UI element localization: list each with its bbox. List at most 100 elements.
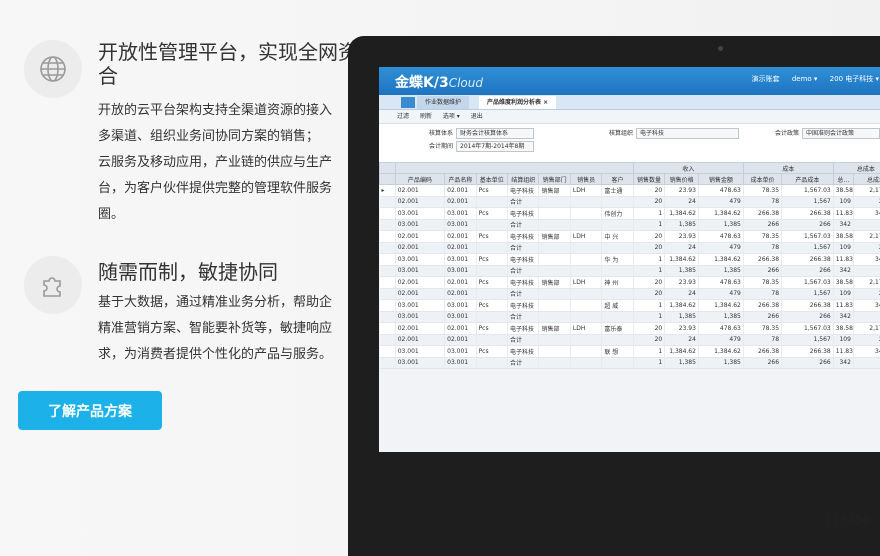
table-cell[interactable]: 03.001 <box>395 300 444 312</box>
table-cell[interactable]: 1,384.62 <box>665 300 699 312</box>
table-cell[interactable]: 02.001 <box>395 196 444 208</box>
table-cell[interactable]: 03.001 <box>445 311 476 323</box>
table-cell[interactable]: 1,567 <box>782 288 834 300</box>
table-cell[interactable] <box>570 357 601 369</box>
table-cell[interactable] <box>476 219 507 231</box>
table-cell[interactable]: 266 <box>782 265 834 277</box>
table-row[interactable]: 03.00103.001合计11,3851,385266266342342 <box>380 311 880 323</box>
table-cell[interactable]: 02.001 <box>395 334 444 346</box>
table-cell[interactable]: 78.35 <box>743 185 781 197</box>
home-icon[interactable] <box>401 97 415 108</box>
table-cell[interactable]: 02.001 <box>395 288 444 300</box>
table-cell[interactable]: 电子科技 <box>508 323 539 335</box>
table-cell[interactable]: 富乐泰 <box>602 323 634 335</box>
table-cell[interactable]: 03.001 <box>395 311 444 323</box>
table-cell[interactable]: 342 <box>853 311 880 323</box>
table-cell[interactable]: 03.001 <box>445 265 476 277</box>
table-cell[interactable]: 20 <box>633 288 664 300</box>
table-cell[interactable]: 合计 <box>508 196 539 208</box>
table-cell[interactable]: 02.001 <box>445 288 476 300</box>
table-cell[interactable]: 266 <box>743 357 781 369</box>
table-cell[interactable] <box>570 265 601 277</box>
table-cell[interactable]: 266.38 <box>743 300 781 312</box>
table-cell[interactable]: 1,385 <box>698 219 743 231</box>
table-cell[interactable]: 1 <box>633 311 664 323</box>
column-header[interactable]: 结算组织 <box>508 174 539 185</box>
table-cell[interactable]: 1,384.62 <box>665 208 699 220</box>
table-cell[interactable]: 合计 <box>508 219 539 231</box>
table-cell[interactable]: 销售部 <box>539 185 570 197</box>
table-cell[interactable] <box>602 357 634 369</box>
table-cell[interactable]: 1,385 <box>698 357 743 369</box>
table-cell[interactable]: 02.001 <box>445 277 476 289</box>
table-cell[interactable] <box>539 346 570 358</box>
table-cell[interactable]: 24 <box>665 334 699 346</box>
column-header[interactable]: 客户 <box>602 174 634 185</box>
table-cell[interactable]: 341.83 <box>853 208 880 220</box>
table-cell[interactable]: 266 <box>743 219 781 231</box>
table-cell[interactable]: 266 <box>743 311 781 323</box>
column-header[interactable]: 成本单价 <box>743 174 781 185</box>
table-cell[interactable] <box>476 196 507 208</box>
table-cell[interactable]: 1,384.62 <box>698 254 743 266</box>
table-cell[interactable] <box>602 219 634 231</box>
table-cell[interactable]: 1,384.62 <box>698 208 743 220</box>
table-row[interactable]: 02.00102.001合计2024479781,5671092,172 <box>380 196 880 208</box>
table-cell[interactable]: 03.001 <box>395 265 444 277</box>
table-cell[interactable]: 342 <box>833 219 853 231</box>
table-cell[interactable] <box>539 311 570 323</box>
table-cell[interactable]: 02.001 <box>395 242 444 254</box>
account-set-link[interactable]: 演示账套 <box>752 75 780 83</box>
table-cell[interactable]: 03.001 <box>395 254 444 266</box>
table-cell[interactable]: Pcs <box>476 254 507 266</box>
table-cell[interactable]: 1,385 <box>665 265 699 277</box>
table-cell[interactable]: 1,385 <box>698 265 743 277</box>
table-cell[interactable]: 38.58 <box>833 185 853 197</box>
refresh-button[interactable]: 刷新 <box>420 113 432 120</box>
table-cell[interactable]: 109 <box>833 242 853 254</box>
table-row[interactable]: 02.00102.001Pcs电子科技销售部LDH神 州2023.93478.6… <box>380 277 880 289</box>
column-header[interactable]: 销售价格 <box>665 174 699 185</box>
filter-button[interactable]: 过滤 <box>397 113 409 120</box>
table-cell[interactable]: 2,172 <box>853 334 880 346</box>
column-header[interactable]: 产品编码 <box>395 174 444 185</box>
table-cell[interactable]: 02.001 <box>395 231 444 243</box>
table-cell[interactable]: 20 <box>633 334 664 346</box>
table-cell[interactable]: 1 <box>633 208 664 220</box>
table-cell[interactable]: 20 <box>633 231 664 243</box>
table-cell[interactable] <box>570 219 601 231</box>
table-cell[interactable]: 11.83 <box>833 208 853 220</box>
table-cell[interactable]: 03.001 <box>445 346 476 358</box>
table-cell[interactable]: 24 <box>665 288 699 300</box>
table-cell[interactable]: 109 <box>833 334 853 346</box>
table-cell[interactable]: 电子科技 <box>508 231 539 243</box>
table-cell[interactable]: 1 <box>633 346 664 358</box>
table-cell[interactable]: Pcs <box>476 346 507 358</box>
table-cell[interactable]: 23.93 <box>665 277 699 289</box>
user-menu[interactable]: demo ▾ <box>792 75 818 83</box>
table-cell[interactable]: 1,385 <box>665 219 699 231</box>
table-cell[interactable]: 341.83 <box>853 346 880 358</box>
table-cell[interactable]: 1,567 <box>782 242 834 254</box>
table-cell[interactable] <box>570 254 601 266</box>
table-cell[interactable]: 78 <box>743 288 781 300</box>
table-cell[interactable]: 1,385 <box>698 311 743 323</box>
table-cell[interactable]: 03.001 <box>395 357 444 369</box>
table-cell[interactable]: 342 <box>853 219 880 231</box>
table-cell[interactable] <box>602 265 634 277</box>
table-cell[interactable]: 266.38 <box>743 346 781 358</box>
table-cell[interactable]: 电子科技 <box>508 185 539 197</box>
table-cell[interactable] <box>476 265 507 277</box>
table-cell[interactable]: 销售部 <box>539 277 570 289</box>
table-cell[interactable]: 1,385 <box>665 357 699 369</box>
table-cell[interactable]: 1,384.62 <box>665 346 699 358</box>
table-cell[interactable]: 78.35 <box>743 277 781 289</box>
table-cell[interactable]: 合计 <box>508 311 539 323</box>
table-row[interactable]: 02.00102.001合计2024479781,5671092,172 <box>380 242 880 254</box>
table-cell[interactable]: LDH <box>570 185 601 197</box>
table-cell[interactable]: 超 威 <box>602 300 634 312</box>
table-cell[interactable] <box>539 334 570 346</box>
table-cell[interactable]: 78 <box>743 334 781 346</box>
table-cell[interactable]: 03.001 <box>445 219 476 231</box>
table-cell[interactable]: 电子科技 <box>508 277 539 289</box>
